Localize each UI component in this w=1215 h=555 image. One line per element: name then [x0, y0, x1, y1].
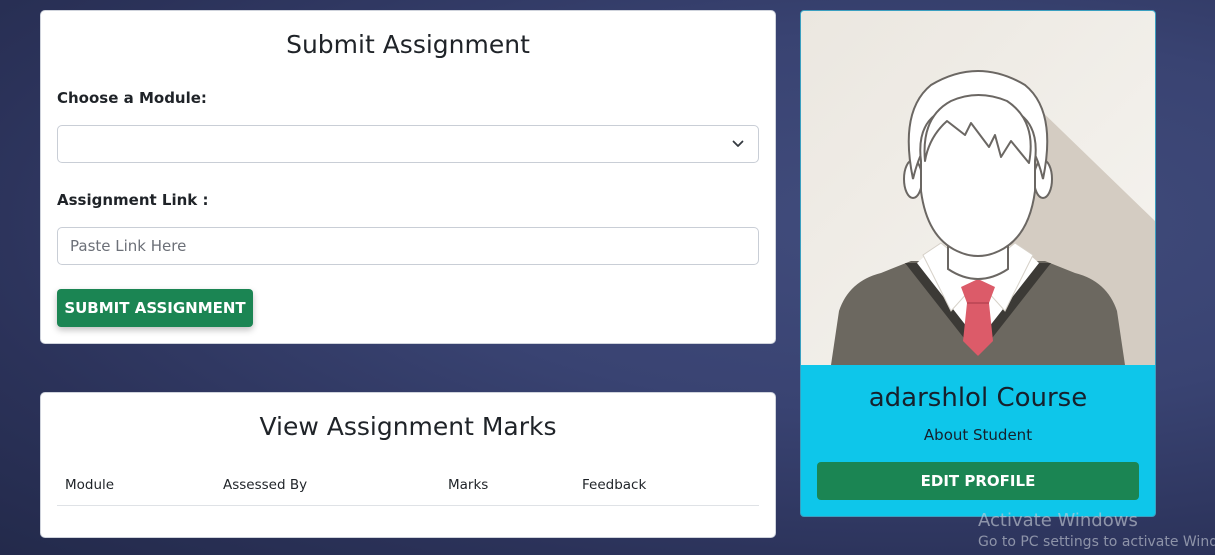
assignment-link-input[interactable]	[57, 227, 759, 265]
submit-assignment-card: Submit Assignment Choose a Module: Assig…	[40, 10, 776, 344]
column-header-assessed-by: Assessed By	[223, 477, 308, 493]
edit-profile-button[interactable]: EDIT PROFILE	[817, 462, 1139, 500]
assignment-marks-card: View Assignment Marks Module Assessed By…	[40, 392, 776, 538]
marks-table-header: Module Assessed By Marks Feedback	[57, 477, 759, 506]
profile-name: adarshlol Course	[868, 383, 1088, 413]
assignment-link-label: Assignment Link :	[57, 191, 209, 209]
student-avatar-icon	[801, 11, 1155, 365]
marks-table: Module Assessed By Marks Feedback	[57, 477, 759, 506]
chevron-down-icon	[732, 140, 744, 147]
profile-card: adarshlol Course About Student EDIT PROF…	[800, 10, 1156, 517]
submit-assignment-button[interactable]: SUBMIT ASSIGNMENT	[57, 289, 253, 327]
column-header-module: Module	[65, 477, 115, 493]
module-label: Choose a Module:	[57, 89, 207, 107]
module-select[interactable]	[57, 125, 759, 163]
column-header-marks: Marks	[448, 477, 489, 493]
assignment-marks-title: View Assignment Marks	[259, 412, 557, 441]
activate-windows-subtitle: Go to PC settings to activate Windows.	[978, 534, 1215, 550]
profile-subtitle: About Student	[923, 426, 1033, 444]
activate-windows-title: Activate Windows	[978, 510, 1138, 531]
column-header-feedback: Feedback	[582, 477, 647, 493]
submit-assignment-title: Submit Assignment	[286, 30, 530, 59]
